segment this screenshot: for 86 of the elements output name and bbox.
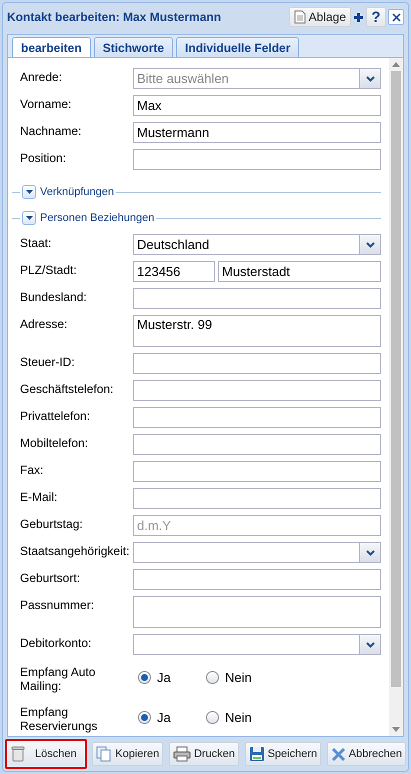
chevron-down-icon [366,76,374,82]
text-field[interactable] [133,149,381,170]
text-field[interactable] [133,461,381,482]
footer-button[interactable]: Drucken [168,742,239,766]
field-label: Geschäftstelefon: [20,381,114,396]
scrollbar[interactable] [389,58,403,736]
select-value: Deutschland [136,236,210,254]
field-label: Empfang Auto Mailing: [20,664,96,693]
field-label: Steuer-ID: [20,354,76,369]
postcode-field[interactable]: 123456 [133,261,215,282]
dropdown-button[interactable] [359,635,380,654]
text-field[interactable] [133,380,381,401]
field-label: PLZ/Stadt: [20,262,78,277]
dropdown-button[interactable] [359,543,380,562]
field-label: Position: [20,150,68,165]
ablage-button[interactable]: Ablage [288,7,351,27]
field-label: Staatsangehörigkeit: [20,543,130,558]
chevron-down-icon [366,642,374,648]
radio-option[interactable]: Ja [138,708,202,728]
text-field[interactable]: Mustermann [133,122,381,143]
highlighted-button[interactable]: Löschen [5,739,87,769]
radio-button[interactable] [138,711,151,724]
field-label: Bundesland: [20,289,88,304]
city-field[interactable]: Musterstadt [218,261,381,282]
field-label: Debitorkonto: [20,635,92,650]
field-label: Adresse: [20,316,68,331]
footer-button[interactable]: Kopieren [92,742,164,766]
field-label: Mobiltelefon: [20,435,90,450]
text-field[interactable] [133,288,381,309]
field-label: Fax: [20,462,44,477]
radio-button[interactable] [206,671,219,684]
tab[interactable]: Stichworte [94,37,174,57]
tab[interactable]: bearbeiten [12,37,91,57]
cross-icon [330,746,346,762]
text-field[interactable] [133,407,381,428]
field-label: Staat: [20,235,52,250]
text-area[interactable] [133,596,381,628]
help-button[interactable]: ? [366,7,386,27]
field-label: Vorname: [20,96,72,111]
field-label: Privattelefon: [20,408,92,423]
expand-button[interactable] [22,211,36,225]
caret-down-icon [26,190,32,194]
scroll-down-icon [392,727,400,732]
field-label: Anrede: [20,69,64,84]
select-field[interactable] [133,542,381,563]
dropdown-button[interactable] [359,69,380,88]
copy-icon [96,746,112,762]
dropdown-button[interactable] [359,235,380,254]
text-field[interactable] [133,353,381,374]
close-icon [392,12,400,22]
section-title: Personen Beziehungen [39,210,156,226]
footer-button[interactable]: Abbrechen [326,742,406,766]
field-label: Nachname: [20,123,82,138]
close-button[interactable] [388,9,404,25]
radio-button[interactable] [206,711,219,724]
text-area[interactable]: Musterstr. 99 [133,315,381,347]
footer-button[interactable]: Speichern [244,742,322,766]
field-label: Empfang Reservierungs [20,704,98,733]
text-field[interactable]: Max [133,95,381,116]
text-field[interactable] [133,434,381,455]
field-label: Geburtstag: [20,516,84,531]
field-label: E-Mail: [20,489,58,504]
select-field[interactable]: Bitte auswählen [133,68,381,89]
scroll-up-icon [392,62,400,67]
caret-down-icon [26,216,32,220]
field-label: Geburtsort: [20,570,82,585]
radio-option[interactable]: Ja [138,668,202,688]
printer-icon [172,746,191,762]
select-value: Bitte auswählen [136,70,230,88]
chevron-down-icon [366,550,374,556]
chevron-down-icon [366,242,374,248]
trash-icon [11,746,25,762]
document-icon [294,10,306,24]
text-field[interactable] [133,488,381,509]
radio-button[interactable] [138,671,151,684]
radio-option[interactable]: Nein [206,708,270,728]
tab[interactable]: Individuelle Felder [176,37,300,57]
expand-button[interactable] [22,185,36,199]
section-title: Verknüpfungen [39,184,116,200]
field-label: Passnummer: [20,597,96,612]
select-field[interactable] [133,634,381,655]
text-field[interactable] [133,569,381,590]
select-field[interactable]: Deutschland [133,234,381,255]
window-title: Kontakt bearbeiten: Max Mustermann [7,9,222,26]
radio-option[interactable]: Nein [206,668,270,688]
plus-icon[interactable] [353,12,364,22]
